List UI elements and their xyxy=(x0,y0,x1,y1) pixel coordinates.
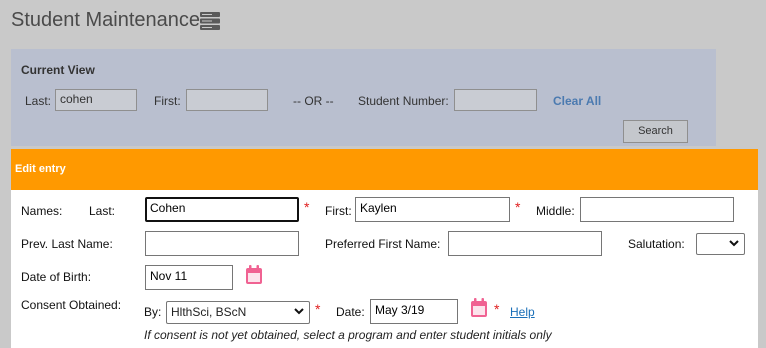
middle-name-input[interactable] xyxy=(580,197,734,222)
cv-last-label: Last: xyxy=(25,94,52,108)
consent-date-required-marker: * xyxy=(494,301,500,317)
consent-date-label: Date: xyxy=(336,305,365,319)
consent-note: If consent is not yet obtained, select a… xyxy=(144,328,552,342)
by-label: By: xyxy=(144,305,162,319)
first-name-required-marker: * xyxy=(515,199,521,215)
date-of-birth-label: Date of Birth: xyxy=(21,270,92,284)
edit-entry-header: Edit entry xyxy=(11,149,758,190)
help-link[interactable]: Help xyxy=(510,305,535,319)
date-of-birth-input[interactable]: Nov 11 xyxy=(145,265,233,290)
cv-first-label: First: xyxy=(154,94,181,108)
consent-by-required-marker: * xyxy=(315,301,321,317)
first-name-label: First: xyxy=(325,204,352,218)
or-separator: -- OR -- xyxy=(293,94,334,108)
calendar-icon[interactable] xyxy=(470,298,488,318)
prev-last-name-input[interactable] xyxy=(145,231,299,256)
calendar-icon[interactable] xyxy=(245,265,263,285)
middle-name-label: Middle: xyxy=(536,204,575,218)
preferred-first-name-input[interactable] xyxy=(448,231,602,256)
search-button[interactable]: Search xyxy=(623,120,688,143)
last-name-input[interactable]: Cohen xyxy=(145,197,299,222)
consent-date-input[interactable]: May 3/19 xyxy=(370,299,458,324)
prev-last-name-label: Prev. Last Name: xyxy=(21,237,113,251)
current-view-heading: Current View xyxy=(21,63,95,77)
cv-last-input[interactable]: cohen xyxy=(55,89,137,111)
consent-by-value: HlthSci, BScN xyxy=(171,305,247,319)
chevron-down-icon xyxy=(729,240,739,247)
server-stack-icon[interactable] xyxy=(200,12,220,30)
salutation-label: Salutation: xyxy=(628,237,685,251)
consent-by-select[interactable]: HlthSci, BScN xyxy=(166,301,310,324)
cv-student-number-input[interactable] xyxy=(454,89,537,111)
last-name-required-marker: * xyxy=(304,199,310,215)
current-view-panel: Current View Last: cohen First: -- OR --… xyxy=(11,49,716,146)
edit-entry-title: Edit entry xyxy=(15,163,66,175)
names-label: Names: xyxy=(21,204,63,218)
consent-obtained-label: Consent Obtained: xyxy=(21,298,122,312)
last-name-label: Last: xyxy=(89,204,116,218)
clear-all-link[interactable]: Clear All xyxy=(553,94,601,108)
salutation-select[interactable] xyxy=(696,233,745,255)
preferred-first-name-label: Preferred First Name: xyxy=(325,237,441,251)
cv-first-input[interactable] xyxy=(186,89,268,111)
chevron-down-icon xyxy=(294,308,304,315)
cv-student-number-label: Student Number: xyxy=(358,94,449,108)
page-title: Student Maintenance xyxy=(11,9,201,31)
edit-entry-panel: Edit entry Names: Last: Cohen * First: K… xyxy=(11,149,758,348)
first-name-input[interactable]: Kaylen xyxy=(355,197,510,222)
